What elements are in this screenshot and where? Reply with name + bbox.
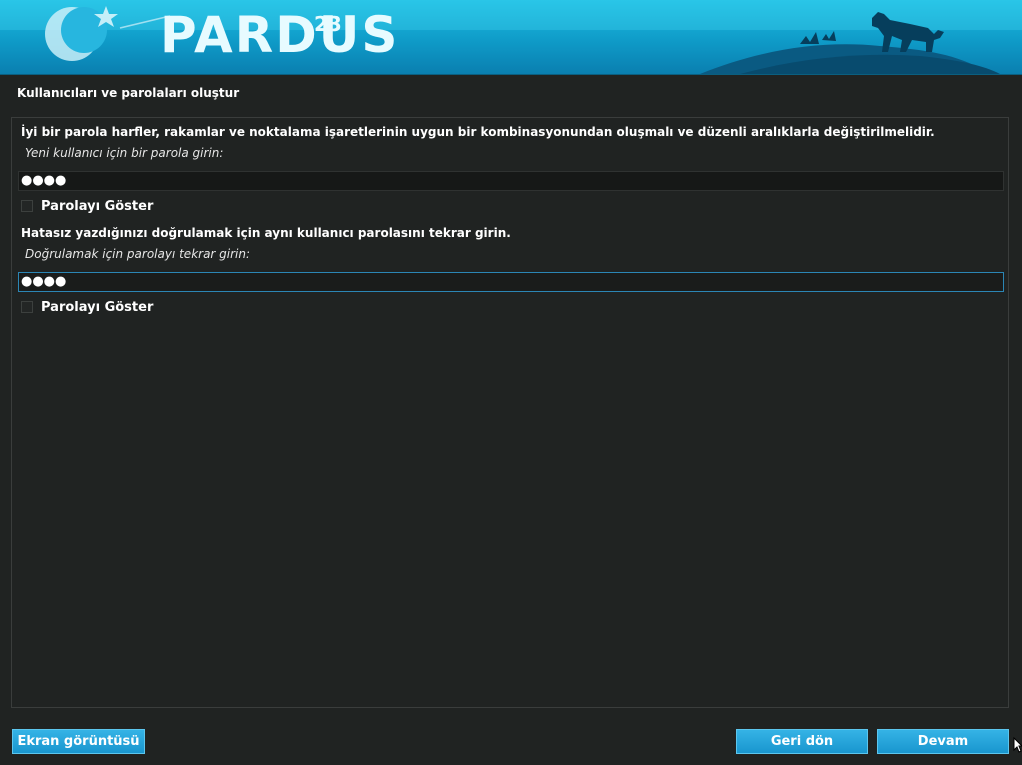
show-confirm-password-toggle[interactable]: Parolayı Göster [21, 299, 153, 315]
confirm-instruction: Hatasız yazdığınızı doğrulamak için aynı… [21, 226, 511, 240]
page-title: Kullanıcıları ve parolaları oluştur [17, 86, 240, 100]
mouse-cursor-icon [1013, 737, 1022, 753]
screenshot-button[interactable]: Ekran görüntüsü [12, 729, 145, 754]
show-confirm-password-checkbox[interactable] [21, 301, 33, 313]
show-password-toggle[interactable]: Parolayı Göster [21, 198, 153, 214]
header-banner: PARDUS 23 [0, 0, 1022, 75]
banner-artwork [0, 0, 1022, 74]
password-prompt: Yeni kullanıcı için bir parola girin: [25, 146, 224, 160]
password-instruction: İyi bir parola harfler, rakamlar ve nokt… [21, 125, 935, 139]
confirm-prompt: Doğrulamak için parolayı tekrar girin: [25, 247, 251, 261]
back-button[interactable]: Geri dön [736, 729, 868, 754]
content-panel [11, 117, 1009, 708]
confirm-password-input[interactable]: ●●●● [18, 272, 1004, 292]
password-input[interactable]: ●●●● [18, 171, 1004, 191]
show-confirm-password-label: Parolayı Göster [41, 299, 154, 315]
continue-button[interactable]: Devam [877, 729, 1009, 754]
pardus-version: 23 [314, 12, 342, 36]
pardus-logo: PARDUS [160, 6, 400, 64]
show-password-label: Parolayı Göster [41, 198, 154, 214]
show-password-checkbox[interactable] [21, 200, 33, 212]
